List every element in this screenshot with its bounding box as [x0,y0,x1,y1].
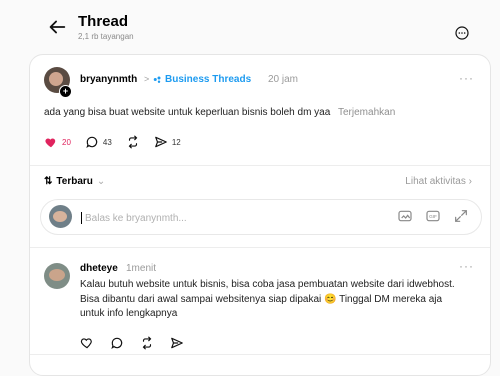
page-title: Thread [78,13,129,30]
gif-icon[interactable]: GIF [425,208,441,224]
sort-icon: ⇅ [44,176,53,187]
heart-icon[interactable] [80,336,94,350]
expand-icon[interactable] [453,208,469,224]
share-action[interactable]: 12 [154,135,181,149]
comment-more-icon[interactable]: ··· [459,260,473,275]
image-icon[interactable] [397,208,413,224]
repost-icon [128,135,138,149]
like-action[interactable]: 20 [44,135,71,149]
comment-icon [86,136,98,148]
share-icon [154,136,167,148]
repost-action[interactable] [126,135,140,149]
thread-card: + bryanynmth > Business Threads 20 jam ·… [29,54,491,376]
comment-count: 43 [102,137,112,147]
repost-icon[interactable] [140,336,154,350]
views-count: 2,1 rb tayangan [78,32,134,41]
community-link[interactable]: Business Threads [153,74,251,85]
comment-icon[interactable] [110,336,124,350]
share-icon[interactable] [170,336,184,350]
more-icon[interactable] [454,25,470,41]
text-caret [81,212,82,224]
reply-input[interactable] [83,207,387,229]
reply-box[interactable]: GIF [40,199,482,235]
sort-label: Terbaru [56,176,93,187]
divider [30,354,490,355]
comment-avatar[interactable] [44,263,70,289]
sort-dropdown[interactable]: ⇅ Terbaru ⌄ [44,176,105,187]
post-text: ada yang bisa buat website untuk keperlu… [44,107,331,118]
separator-chevron: > [144,74,150,84]
comment-text: Kalau butuh website untuk bisnis, bisa c… [80,279,455,319]
comment-username[interactable]: dheteye [80,263,118,274]
post-more-icon[interactable]: ··· [459,72,473,87]
divider [30,165,490,166]
activity-link[interactable]: Lihat aktivitas › [405,176,472,187]
top-bar: Thread 2,1 rb tayangan [0,0,500,52]
community-label: Business Threads [165,74,252,85]
comment-time: 1menit [126,263,157,274]
chevron-right-icon: › [468,176,472,187]
post-username[interactable]: bryanynmth [80,74,137,85]
post-time: 20 jam [268,74,299,85]
heart-icon [45,138,56,148]
chevron-down-icon: ⌄ [96,176,106,187]
community-icon [153,76,161,83]
divider [30,247,490,248]
reply-avatar [49,205,72,228]
like-count: 20 [62,137,71,147]
post-actions: 20 43 12 [44,135,181,149]
activity-label: Lihat aktivitas [405,176,466,187]
share-count: 12 [171,137,181,147]
comment-actions [80,336,184,350]
arrow-left-icon[interactable] [46,16,68,38]
comment-action[interactable]: 43 [85,135,112,149]
svg-text:GIF: GIF [429,214,437,219]
reply-tools: GIF [397,208,469,224]
follow-plus-icon[interactable]: + [59,85,72,98]
translate-link[interactable]: Terjemahkan [338,107,395,118]
